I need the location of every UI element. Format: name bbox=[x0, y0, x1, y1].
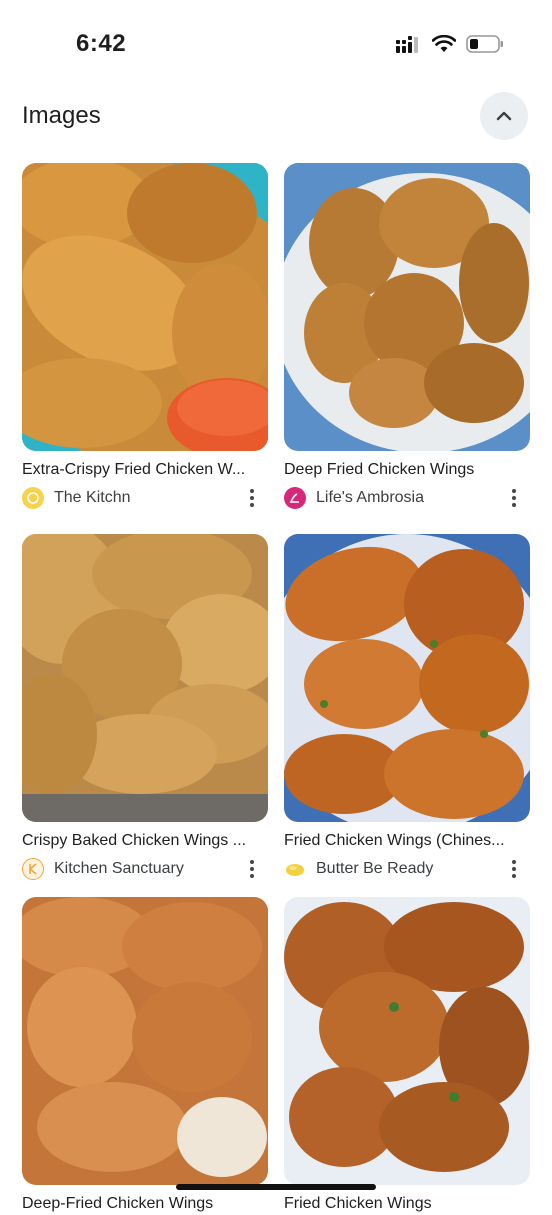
image-result-card[interactable]: Fried Chicken Wings bbox=[284, 897, 530, 1215]
image-result-card[interactable]: Crispy Baked Chicken Wings ... Kitchen S… bbox=[22, 534, 268, 881]
signal-icon bbox=[396, 35, 422, 58]
site-favicon bbox=[22, 487, 44, 509]
result-caption[interactable]: Fried Chicken Wings bbox=[284, 1193, 530, 1215]
more-vert-icon[interactable] bbox=[242, 486, 262, 510]
more-vert-icon[interactable] bbox=[504, 486, 524, 510]
image-thumbnail[interactable] bbox=[22, 163, 268, 451]
status-icons bbox=[396, 34, 504, 59]
image-thumbnail[interactable] bbox=[284, 534, 530, 822]
status-bar: 6:42 bbox=[0, 0, 552, 90]
result-source[interactable]: The Kitchn bbox=[22, 486, 268, 510]
image-result-card[interactable]: Deep Fried Chicken Wings Life's Ambrosia bbox=[284, 163, 530, 510]
result-source[interactable]: Life's Ambrosia bbox=[284, 486, 530, 510]
result-source[interactable]: Kitchen Sanctuary bbox=[22, 857, 268, 881]
result-caption[interactable]: Crispy Baked Chicken Wings ... bbox=[22, 830, 268, 852]
more-vert-icon[interactable] bbox=[242, 857, 262, 881]
image-thumbnail[interactable] bbox=[22, 534, 268, 822]
home-indicator[interactable] bbox=[176, 1184, 376, 1190]
status-time: 6:42 bbox=[76, 30, 127, 57]
image-thumbnail[interactable] bbox=[284, 163, 530, 451]
site-favicon bbox=[284, 858, 306, 880]
result-caption[interactable]: Fried Chicken Wings (Chines... bbox=[284, 830, 530, 852]
section-title: Images bbox=[22, 102, 101, 129]
source-name: The Kitchn bbox=[54, 489, 131, 506]
chevron-up-icon bbox=[496, 111, 512, 121]
more-vert-icon[interactable] bbox=[504, 857, 524, 881]
source-name: Life's Ambrosia bbox=[316, 489, 424, 506]
site-favicon bbox=[284, 487, 306, 509]
image-result-card[interactable]: Deep-Fried Chicken Wings bbox=[22, 897, 268, 1215]
image-thumbnail[interactable] bbox=[22, 897, 268, 1185]
wifi-icon bbox=[431, 34, 457, 58]
source-name: Butter Be Ready bbox=[316, 860, 434, 877]
result-caption[interactable]: Deep-Fried Chicken Wings bbox=[22, 1193, 268, 1215]
image-thumbnail[interactable] bbox=[284, 897, 530, 1185]
battery-icon bbox=[466, 34, 504, 59]
source-name: Kitchen Sanctuary bbox=[54, 860, 184, 877]
image-result-card[interactable]: Extra-Crispy Fried Chicken W... The Kitc… bbox=[22, 163, 268, 510]
result-caption[interactable]: Deep Fried Chicken Wings bbox=[284, 459, 530, 481]
collapse-button[interactable] bbox=[480, 92, 528, 140]
images-section-header: Images bbox=[22, 92, 530, 140]
site-favicon bbox=[22, 858, 44, 880]
result-source[interactable]: Butter Be Ready bbox=[284, 857, 530, 881]
image-result-card[interactable]: Fried Chicken Wings (Chines... Butter Be… bbox=[284, 534, 530, 881]
result-caption[interactable]: Extra-Crispy Fried Chicken W... bbox=[22, 459, 268, 481]
